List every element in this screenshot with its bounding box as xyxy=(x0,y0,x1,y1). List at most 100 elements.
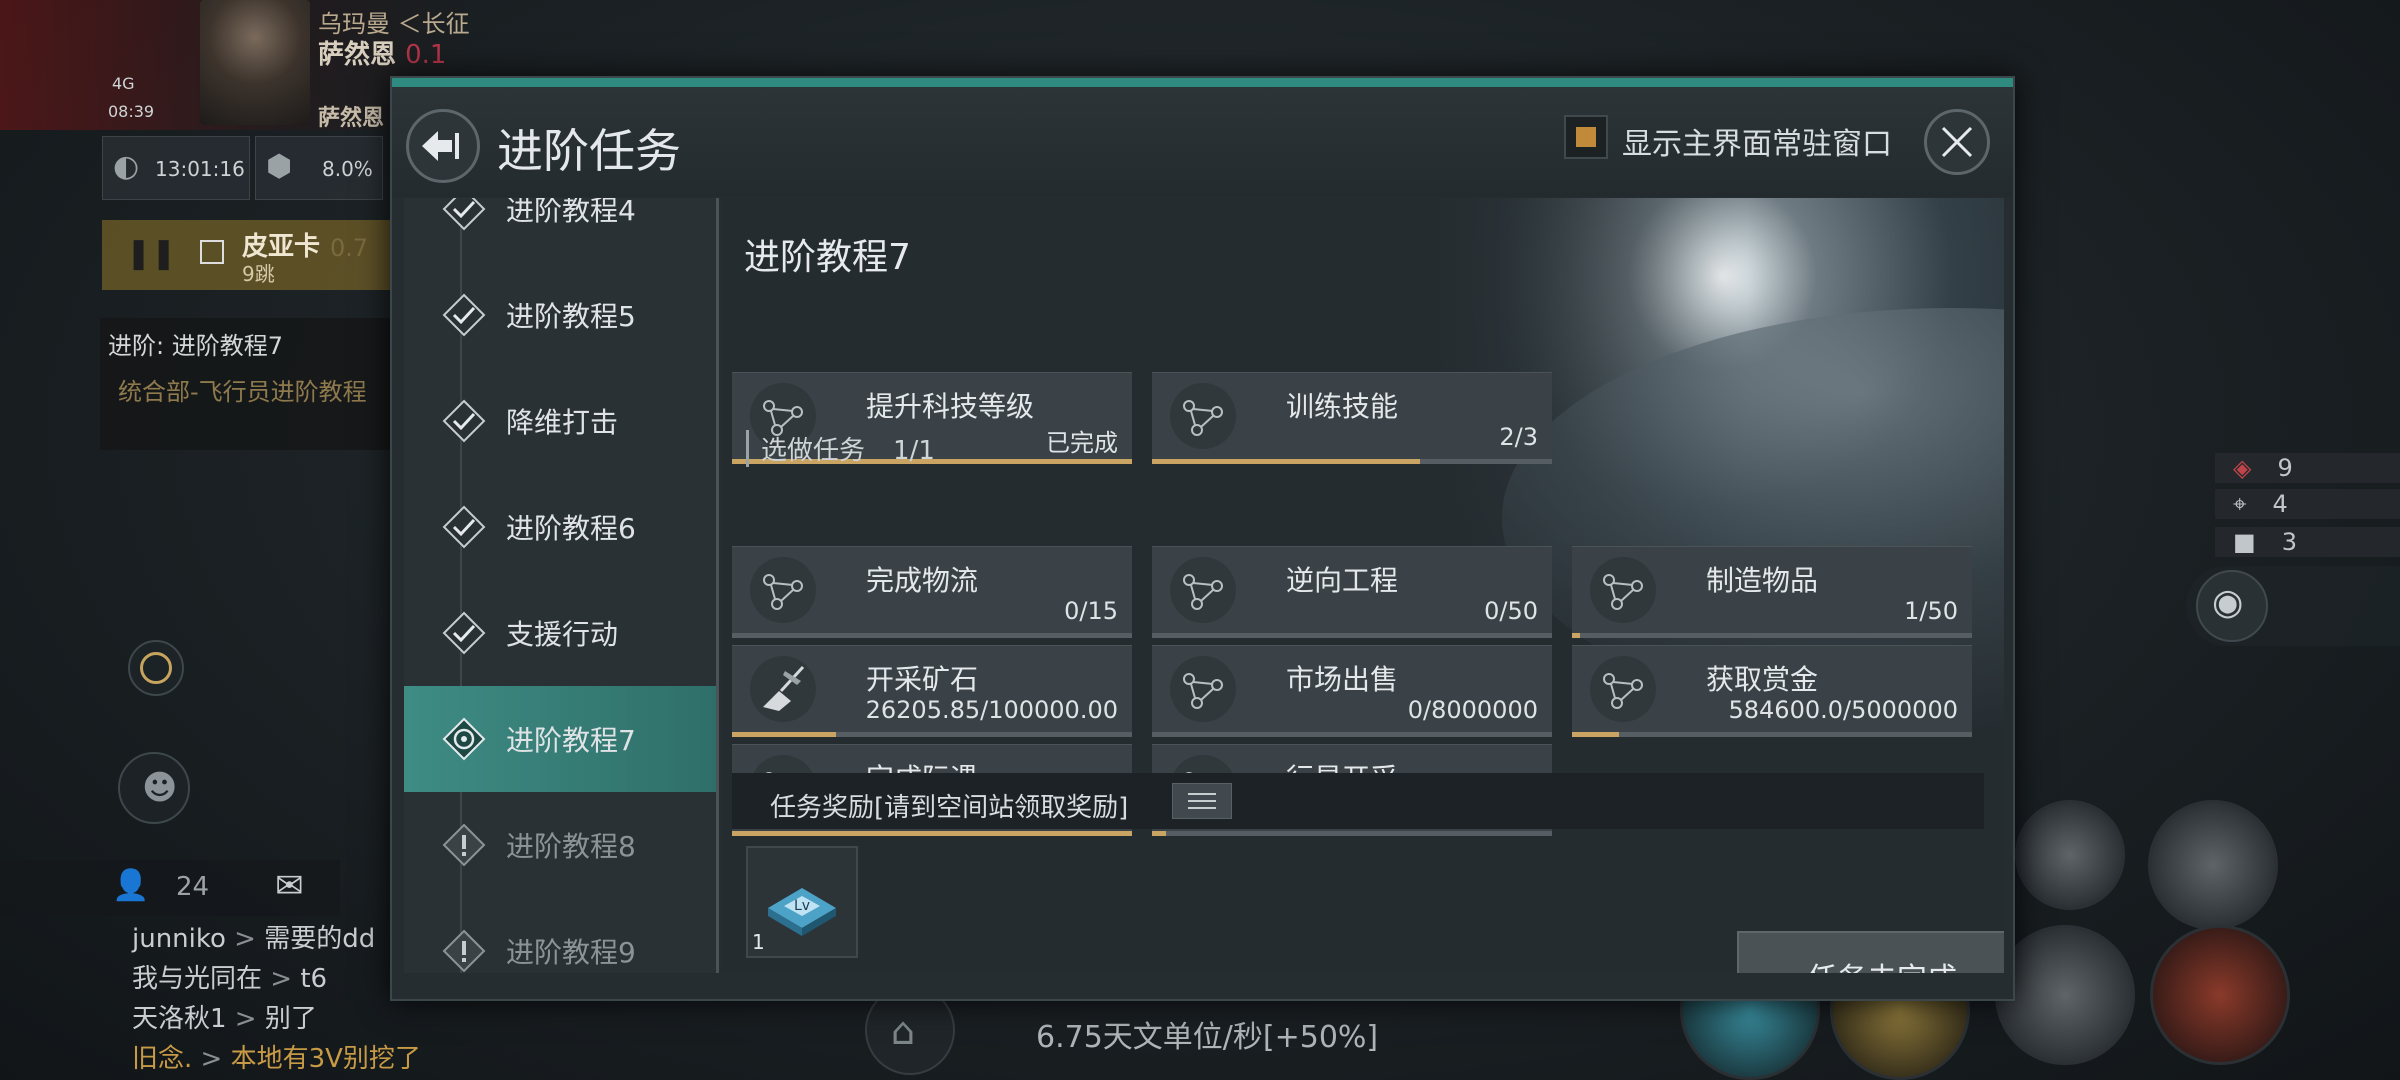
task-name: 获取赏金 xyxy=(1706,663,1819,696)
info-diamond-icon xyxy=(442,823,486,867)
cargo-box[interactable]: ⬢ 8.0% xyxy=(255,136,383,200)
battery-icon[interactable] xyxy=(2150,925,2290,1065)
task-progress-bar xyxy=(1572,732,1972,737)
chat-line[interactable]: junniko > 需要的dd xyxy=(132,918,375,955)
task-progress-bar xyxy=(1152,732,1552,737)
task-progress-fill xyxy=(1152,831,1166,836)
sidebar-item-label: 进阶教程9 xyxy=(506,936,636,969)
target-pill[interactable]: ❚❚ 皮亚卡 9跳 0.7 xyxy=(102,220,392,290)
cargo-percent: 8.0% xyxy=(322,157,373,181)
check-diamond-icon xyxy=(442,505,486,549)
task-progress-bar xyxy=(1152,831,1552,836)
task-progress-fill xyxy=(732,831,1132,836)
target-icon[interactable] xyxy=(128,640,184,696)
mining-icon xyxy=(750,656,816,722)
reward-quantity: 1 xyxy=(752,930,765,954)
task-name: 制造物品 xyxy=(1706,564,1819,597)
contacts-count: 24 xyxy=(176,872,210,902)
task-progress-fill xyxy=(1572,732,1619,737)
warp-speed: 6.75天文单位/秒[+50%] xyxy=(1036,1020,1379,1055)
pilot-avatar[interactable] xyxy=(200,0,310,125)
counter-red: ◈ 9 xyxy=(2215,453,2400,483)
cube-icon: ⬢ xyxy=(266,149,293,184)
contacts-bar: 👤 24 ✉ xyxy=(0,860,340,916)
task-card[interactable]: 训练技能 2/3 xyxy=(1152,372,1552,464)
chat-line[interactable]: 天洛秋1 > 别了 xyxy=(132,998,317,1035)
mission-tracker[interactable]: 进阶: 进阶教程7 统合部-飞行员进阶教程 xyxy=(100,318,392,450)
sidebar-item[interactable]: 进阶教程8 xyxy=(404,792,716,898)
reward-item[interactable]: Lv 1 xyxy=(746,846,858,958)
chat-line[interactable]: 旧念. > 本地有3V别挖了 xyxy=(132,1038,421,1075)
task-card[interactable]: 逆向工程 0/50 xyxy=(1152,546,1552,638)
optional-tasks-label: 选做任务 1/1 xyxy=(746,430,935,467)
task-progress: 2/3 xyxy=(1499,423,1538,451)
mission-tracker-title: 进阶: 进阶教程7 xyxy=(108,332,283,360)
back-button[interactable] xyxy=(406,109,480,183)
route-icon xyxy=(1590,656,1656,722)
task-progress: 1/50 xyxy=(1904,597,1958,625)
optional-count: 1/1 xyxy=(893,436,935,466)
sidebar-divider xyxy=(716,198,719,973)
sidebar-item[interactable]: 进阶教程9 xyxy=(404,898,716,973)
dialog-accent-bar xyxy=(392,78,2013,87)
sidebar-item[interactable]: 支援行动 xyxy=(404,580,716,686)
checkbox-icon[interactable] xyxy=(200,240,224,264)
task-status-button[interactable]: 任务未完成 xyxy=(1737,931,2004,973)
sidebar-item[interactable]: 进阶教程5 xyxy=(404,262,716,368)
sidebar-item[interactable]: 进阶教程4 xyxy=(404,198,716,262)
counter-ships: ⌖ 4 xyxy=(2215,489,2400,519)
task-progress: 0/8000000 xyxy=(1407,696,1538,724)
planet-icon: ◐ xyxy=(113,149,140,184)
task-progress-bar xyxy=(1572,633,1972,638)
target-diamond-icon xyxy=(442,717,486,761)
sidebar-item[interactable]: 降维打击 xyxy=(404,368,716,474)
task-progress-fill xyxy=(1152,459,1420,464)
task-card[interactable]: 市场出售 0/8000000 xyxy=(1152,645,1552,737)
close-button[interactable] xyxy=(1924,109,1990,175)
module-slot-1[interactable] xyxy=(2015,800,2125,910)
task-card[interactable]: 获取赏金 584600.0/5000000 xyxy=(1572,645,1972,737)
task-name: 提升科技等级 xyxy=(866,390,1035,423)
task-name: 逆向工程 xyxy=(1286,564,1399,597)
task-progress-bar xyxy=(1152,459,1552,464)
clock: 08:39 xyxy=(108,102,155,121)
timer-box[interactable]: ◐ 13:01:16 xyxy=(102,136,250,200)
reward-list-button[interactable] xyxy=(1172,783,1232,819)
route-icon xyxy=(1170,656,1236,722)
sidebar-item-label: 降维打击 xyxy=(506,406,619,439)
sidebar-item-label: 进阶教程6 xyxy=(506,512,636,545)
square-icon: ■ xyxy=(2233,528,2256,556)
task-progress-bar xyxy=(732,633,1132,638)
task-name: 训练技能 xyxy=(1286,390,1399,423)
pilot-name-secondary: 萨然恩 xyxy=(318,106,385,131)
info-diamond-icon xyxy=(442,929,486,973)
reward-label: 任务奖励[请到空间站领取奖励] xyxy=(770,793,1129,823)
sidebar-item-label: 进阶教程4 xyxy=(506,198,636,227)
route-icon xyxy=(750,557,816,623)
pause-icon[interactable]: ❚❚ xyxy=(126,236,176,271)
pin-checkbox[interactable] xyxy=(1564,115,1608,159)
person-icon[interactable]: ☻ xyxy=(118,752,190,824)
sidebar-item[interactable]: 进阶教程7 xyxy=(404,686,716,792)
mail-icon[interactable]: ✉ xyxy=(275,866,304,906)
overview-toggle[interactable]: ◉ xyxy=(2186,566,2400,646)
contacts-icon[interactable]: 👤 xyxy=(112,868,149,903)
sidebar-item[interactable]: 进阶教程6 xyxy=(404,474,716,580)
task-progress: 584600.0/5000000 xyxy=(1728,696,1959,724)
task-progress: 已完成 xyxy=(1046,429,1118,457)
task-card[interactable]: 开采矿石 26205.85/100000.00 xyxy=(732,645,1132,737)
shield-icon[interactable] xyxy=(1995,925,2135,1065)
task-content: 进阶教程7 提升科技等级 已完成 训练技能 2/3 选做任务 1/1 完成物流 0/15 逆… xyxy=(722,198,2004,973)
module-slot-2[interactable] xyxy=(2148,800,2278,930)
check-diamond-icon xyxy=(442,293,486,337)
task-card[interactable]: 制造物品 1/50 xyxy=(1572,546,1972,638)
dialog-title: 进阶任务 xyxy=(497,124,681,178)
section-title: 进阶教程7 xyxy=(744,237,911,278)
sidebar-item-label: 进阶教程5 xyxy=(506,300,636,333)
task-card[interactable]: 完成物流 0/15 xyxy=(732,546,1132,638)
tutorial-sidebar: 进阶教程4 进阶教程5 降维打击进阶教程6 支援行动进阶教程7 进阶教程8 进阶教程9 xyxy=(404,198,716,973)
task-name: 市场出售 xyxy=(1286,663,1399,696)
pin-label[interactable]: 显示主界面常驻窗口 xyxy=(1622,119,1892,163)
chat-line[interactable]: 我与光同在 > t6 xyxy=(132,958,327,995)
sidebar-item-label: 进阶教程7 xyxy=(506,724,636,757)
